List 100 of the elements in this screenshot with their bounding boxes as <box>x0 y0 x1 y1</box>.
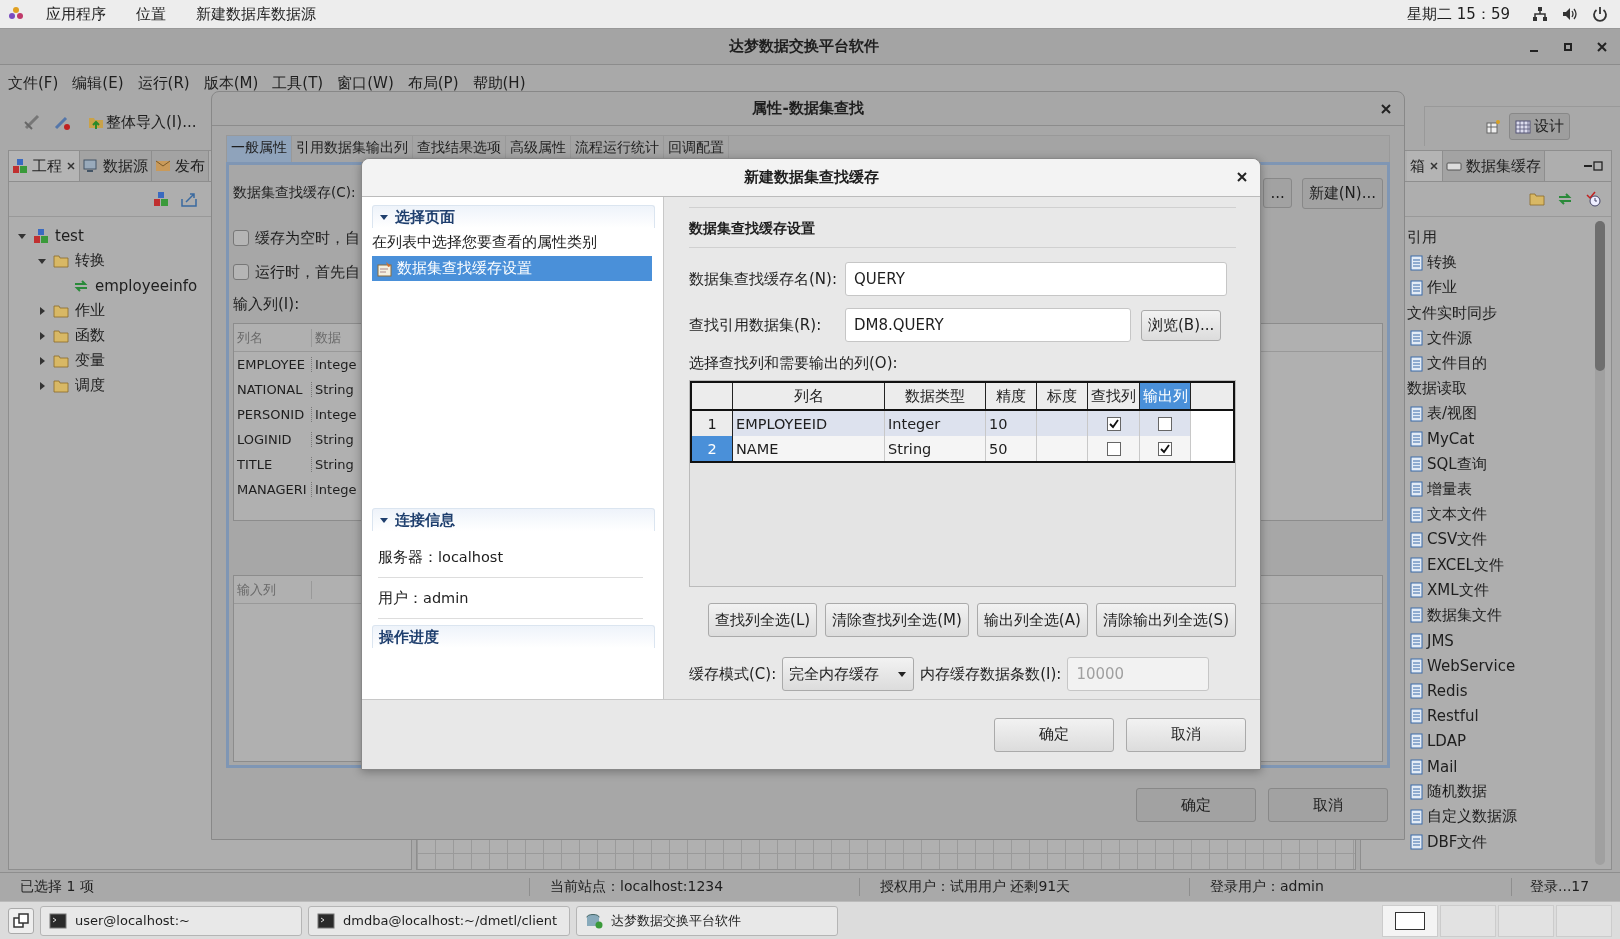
palette-item[interactable]: WebService <box>1427 656 1516 675</box>
design-button[interactable]: 设计 <box>1509 113 1570 140</box>
table-cell: NATIONAL <box>234 382 312 397</box>
select-button[interactable]: 查找列全选(L) <box>708 603 818 637</box>
field-label: 查找引用数据集(R): <box>689 315 823 335</box>
user-info: 用户：admin <box>378 578 643 619</box>
menu-item[interactable]: 窗口(W) <box>337 73 394 93</box>
applications-menu[interactable]: 应用程序 <box>38 4 114 24</box>
panel-tab[interactable]: 箱 <box>1407 151 1443 181</box>
section-description: 在列表中选择您要查看的属性类别 <box>372 233 598 252</box>
palette-item[interactable]: 转换 <box>1427 253 1457 273</box>
tree-item[interactable]: 作业 <box>75 301 105 320</box>
palette-item[interactable]: 自定义数据源 <box>1427 807 1517 827</box>
palette-item[interactable]: 数据读取 <box>1407 379 1467 399</box>
places-menu[interactable]: 位置 <box>128 4 174 24</box>
palette-item[interactable]: MyCat <box>1427 430 1475 449</box>
palette-item[interactable]: XML文件 <box>1427 580 1489 600</box>
menu-item[interactable]: 帮助(H) <box>472 73 526 93</box>
new-button[interactable]: 新建(N)... <box>1301 177 1383 209</box>
panel-tab[interactable]: 数据集缓存 <box>1443 151 1545 181</box>
panel-tab[interactable]: 工程 <box>9 151 80 181</box>
field-label: 内存缓存数据条数(I): <box>920 664 1062 684</box>
column-header[interactable]: 标度 <box>1037 383 1088 409</box>
field-label: 输入列(I): <box>233 293 301 315</box>
panel-tab[interactable]: 数据源 <box>80 151 152 181</box>
menu-item[interactable]: 工具(T) <box>272 73 324 93</box>
palette-item[interactable]: JMS <box>1427 631 1454 650</box>
cancel-button[interactable]: 取消 <box>1268 788 1388 822</box>
menu-item[interactable]: 运行(R) <box>137 73 190 93</box>
browse-button[interactable]: 浏览(B)... <box>1141 309 1222 341</box>
taskbar-button[interactable]: 达梦数据交换平台软件 <box>576 905 838 936</box>
tree-item[interactable]: 函数 <box>75 326 105 345</box>
palette-item[interactable]: 增量表 <box>1427 479 1472 499</box>
palette-item[interactable]: SQL查询 <box>1427 454 1487 474</box>
menu-item[interactable]: 版本(M) <box>203 73 259 93</box>
palette-item[interactable]: LDAP <box>1427 732 1466 751</box>
table-cell: PERSONID <box>234 407 312 422</box>
palette-item[interactable]: Redis <box>1427 681 1468 700</box>
dataset-input[interactable]: DM8.QUERY <box>845 308 1131 342</box>
cache-mode-dropdown[interactable]: 完全内存缓存 <box>782 657 915 691</box>
name-input[interactable]: QUERY <box>845 262 1227 296</box>
browse-button[interactable]: ... <box>1263 178 1292 208</box>
dialog-title: 新建数据集查找缓存 <box>743 168 879 187</box>
column-header[interactable]: 列名 <box>733 383 885 409</box>
select-button[interactable]: 清除查找列全选(M) <box>825 603 969 637</box>
active-app-label[interactable]: 新建数据库数据源 <box>188 4 324 24</box>
panel-tab[interactable]: 发布 <box>152 151 209 181</box>
window-title: 达梦数据交换平台软件 <box>729 37 879 56</box>
palette-item[interactable]: DBF文件 <box>1427 832 1488 852</box>
menu-item[interactable]: 文件(F) <box>8 73 59 93</box>
tree-item[interactable]: 调度 <box>75 376 105 395</box>
checkbox-label: 缓存为空时，自 <box>255 228 360 248</box>
section-title[interactable]: 选择页面 <box>395 207 455 227</box>
palette-item[interactable]: 引用 <box>1407 228 1437 248</box>
tree-item[interactable]: test <box>55 226 84 245</box>
palette-item[interactable]: 表/视图 <box>1427 404 1478 424</box>
taskbar-button[interactable]: user@localhost:~ <box>40 905 302 936</box>
ok-button[interactable]: 确定 <box>994 717 1114 752</box>
select-button[interactable]: 输出列全选(A) <box>976 603 1088 637</box>
palette-item[interactable]: CSV文件 <box>1427 530 1488 550</box>
status-text: 授权用户：试用用户 还剩91天 <box>860 878 1190 896</box>
status-text: 登录用户：admin <box>1190 878 1512 896</box>
palette-item[interactable]: 数据集文件 <box>1427 605 1502 625</box>
palette-item[interactable]: Mail <box>1427 757 1458 776</box>
status-text: 登录...17 <box>1529 878 1591 896</box>
menu-item[interactable]: 布局(P) <box>407 73 459 93</box>
field-label: 缓存模式(C): <box>689 664 777 684</box>
palette-item[interactable]: 文本文件 <box>1427 505 1487 525</box>
ok-button[interactable]: 确定 <box>1136 788 1256 822</box>
column-header[interactable]: 精度 <box>986 383 1037 409</box>
palette-item[interactable]: 随机数据 <box>1427 782 1487 802</box>
section-heading: 数据集查找缓存设置 <box>689 207 1236 248</box>
cancel-button[interactable]: 取消 <box>1126 717 1246 752</box>
field-label: 选择查找列和需要输出的列(O): <box>689 352 899 374</box>
menu-item[interactable]: 编辑(E) <box>72 73 124 93</box>
palette-item[interactable]: EXCEL文件 <box>1427 555 1504 575</box>
palette-item[interactable]: 作业 <box>1427 278 1457 298</box>
table-cell: EMPLOYEE <box>234 357 312 372</box>
select-button[interactable]: 清除输出列全选(S) <box>1095 603 1236 637</box>
column-header[interactable]: 数据类型 <box>885 383 986 409</box>
palette-item[interactable]: 文件目的 <box>1427 354 1487 374</box>
table-cell: 50 <box>986 436 1037 461</box>
row-header[interactable]: 1 <box>692 411 733 436</box>
dialog-tab[interactable]: 一般属性 <box>227 136 292 162</box>
taskbar-button[interactable]: dmdba@localhost:~/dmetl/client <box>308 905 570 936</box>
tree-item[interactable]: employeeinfo <box>95 276 198 295</box>
status-text: 已选择 1 项 <box>0 878 530 896</box>
import-button[interactable]: 整体导入(I)... <box>82 111 203 133</box>
palette-item[interactable]: 文件源 <box>1427 328 1472 348</box>
tree-item[interactable]: 转换 <box>75 251 105 270</box>
clock[interactable]: 星期二 15：59 <box>1399 4 1518 24</box>
palette-item[interactable]: Restful <box>1427 707 1479 726</box>
section-title[interactable]: 连接信息 <box>395 510 455 530</box>
section-title[interactable]: 操作进度 <box>379 627 439 647</box>
checkbox-label: 运行时，首先自 <box>255 262 360 282</box>
field-label: 数据集查找缓存名(N): <box>689 269 835 289</box>
tree-item[interactable]: 变量 <box>75 351 105 370</box>
palette-item[interactable]: 文件实时同步 <box>1407 303 1497 323</box>
server-info: 服务器：localhost <box>378 537 643 578</box>
dialog-title: 属性-数据集查找 <box>752 99 864 118</box>
